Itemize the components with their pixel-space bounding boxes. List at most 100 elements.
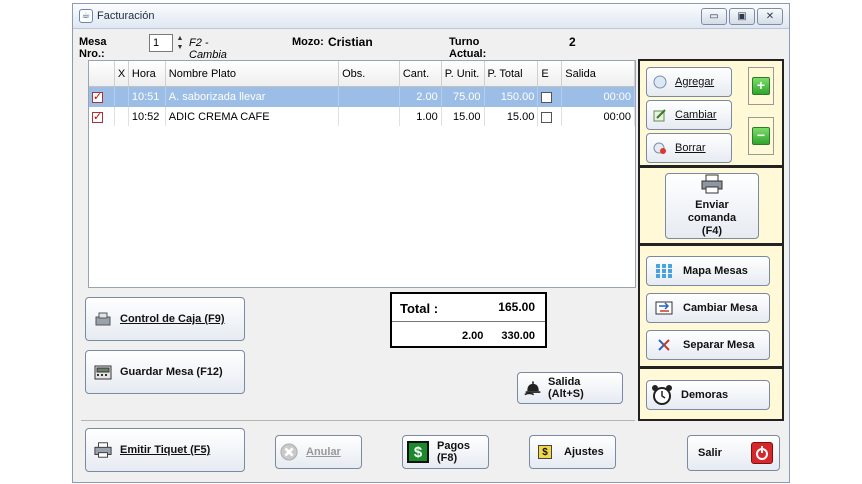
- col-p-total[interactable]: P. Total: [485, 61, 539, 86]
- delete-icon: [651, 139, 669, 157]
- total-label: Total :: [400, 301, 439, 316]
- mesa-spinner[interactable]: ▲ ▼: [175, 34, 185, 52]
- row-cant: 2.00: [400, 87, 442, 106]
- salir-label: Salir: [698, 447, 722, 459]
- guardar-mesa-button[interactable]: Guardar Mesa (F12): [85, 350, 245, 394]
- col-e[interactable]: E: [538, 61, 563, 86]
- col-x[interactable]: X: [115, 61, 129, 86]
- table-row[interactable]: 10:51 A. saborizada llevar 2.00 75.00 15…: [89, 87, 635, 107]
- add-item-icon: [651, 73, 669, 91]
- split-icon: [655, 336, 673, 354]
- guardar-mesa-label: Guardar Mesa (F12): [120, 366, 223, 378]
- control-caja-label: Control de Caja (F9): [120, 313, 225, 325]
- title-bar: ☕ Facturación ▭ ▣ ✕: [73, 4, 789, 29]
- cambiar-label: Cambiar: [675, 109, 717, 121]
- col-hora[interactable]: Hora: [129, 61, 166, 86]
- col-check[interactable]: [89, 61, 115, 86]
- mesa-label: Mesa Nro.:: [79, 36, 107, 60]
- demoras-button[interactable]: Demoras: [646, 380, 770, 410]
- col-salida[interactable]: Salida: [562, 61, 635, 86]
- row-salida: 00:00: [562, 87, 635, 106]
- separar-mesa-button[interactable]: Separar Mesa: [646, 330, 770, 360]
- cambiar-button[interactable]: Cambiar: [646, 100, 732, 130]
- close-button[interactable]: ✕: [757, 8, 783, 25]
- row-x-cell: [115, 87, 129, 106]
- pagos-button[interactable]: $ Pagos (F8): [402, 435, 489, 469]
- row-nombre: ADIC CREMA CAFE: [166, 107, 340, 126]
- row-select-checkbox[interactable]: [92, 90, 103, 103]
- mapa-mesas-button[interactable]: Mapa Mesas: [646, 256, 770, 286]
- mesa-number-input[interactable]: 1: [149, 34, 173, 52]
- adjust-icon: $: [538, 445, 552, 459]
- salida-button[interactable]: Salida (Alt+S): [517, 372, 623, 404]
- col-p-unit[interactable]: P. Unit.: [442, 61, 485, 86]
- cancel-icon: [280, 443, 298, 461]
- pagos-shortcut: (F8): [437, 452, 458, 464]
- mozo-value: Cristian: [328, 35, 373, 49]
- row-e-cell: [538, 107, 563, 126]
- borrar-button[interactable]: Borrar: [646, 133, 732, 163]
- bottom-divider: [81, 420, 635, 421]
- salida-label-group: Salida (Alt+S): [548, 376, 584, 400]
- salida-label: Salida: [548, 376, 581, 388]
- salida-shortcut: (Alt+S): [548, 388, 584, 400]
- minus-button[interactable]: −: [752, 127, 770, 145]
- borrar-label: Borrar: [675, 142, 706, 154]
- enviar-shortcut: (F4): [701, 225, 723, 237]
- row-select-checkbox[interactable]: [92, 110, 103, 123]
- row-nombre: A. saborizada llevar: [166, 87, 340, 106]
- total-sum: 330.00: [501, 330, 535, 342]
- col-cant[interactable]: Cant.: [400, 61, 442, 86]
- agregar-label: Agregar: [675, 76, 715, 88]
- comanda-label: comanda: [687, 212, 737, 224]
- separar-mesa-label: Separar Mesa: [683, 339, 755, 351]
- control-caja-button[interactable]: Control de Caja (F9): [85, 297, 245, 341]
- pagos-label-group: Pagos (F8): [437, 440, 470, 464]
- order-items-grid[interactable]: X Hora Nombre Plato Obs. Cant. P. Unit. …: [88, 60, 636, 288]
- demoras-panel: Demoras: [638, 367, 784, 421]
- agregar-button[interactable]: Agregar: [646, 67, 732, 97]
- swap-icon: [655, 299, 673, 317]
- cambiar-mesa-button[interactable]: Cambiar Mesa: [646, 293, 770, 323]
- row-cant: 1.00: [400, 107, 442, 126]
- enviar-comanda-panel: Enviar comanda (F4): [638, 166, 784, 245]
- ajustes-button[interactable]: $ Ajustes: [529, 435, 616, 469]
- bell-icon: [524, 379, 542, 397]
- mapa-mesas-label: Mapa Mesas: [683, 265, 748, 277]
- row-p-total: 15.00: [485, 107, 539, 126]
- edit-icon: [651, 106, 669, 124]
- facturacion-window: ☕ Facturación ▭ ▣ ✕ Mesa Nro.: 1 ▲ ▼ F2 -…: [72, 3, 790, 483]
- window-title: Facturación: [97, 10, 155, 22]
- minimize-button[interactable]: ▭: [701, 8, 727, 25]
- salir-button[interactable]: Salir: [687, 435, 780, 471]
- cambiar-mesa-label: Cambiar Mesa: [683, 302, 758, 314]
- row-hora: 10:52: [129, 107, 166, 126]
- grid-header: X Hora Nombre Plato Obs. Cant. P. Unit. …: [89, 61, 635, 87]
- col-obs[interactable]: Obs.: [339, 61, 400, 86]
- row-e-checkbox[interactable]: [541, 111, 553, 123]
- row-salida: 00:00: [562, 107, 635, 126]
- cash-register-icon: [94, 310, 112, 328]
- enviar-label: Enviar: [695, 199, 729, 211]
- row-e-cell: [538, 87, 563, 106]
- dollar-icon: $: [407, 441, 429, 463]
- anular-button[interactable]: Anular: [275, 435, 362, 469]
- row-e-checkbox[interactable]: [541, 91, 553, 103]
- emitir-tiquet-button[interactable]: Emitir Tiquet (F5): [85, 428, 245, 472]
- col-nombre-plato[interactable]: Nombre Plato: [166, 61, 340, 86]
- plus-button[interactable]: +: [752, 77, 770, 95]
- total-value: 165.00: [498, 300, 535, 314]
- mozo-label: Mozo:: [292, 36, 324, 48]
- maximize-button[interactable]: ▣: [729, 8, 755, 25]
- emitir-tiquet-label: Emitir Tiquet (F5): [120, 444, 211, 456]
- row-obs: [339, 87, 400, 106]
- demoras-label: Demoras: [681, 389, 729, 401]
- enviar-comanda-button[interactable]: Enviar comanda (F4): [665, 173, 759, 239]
- row-x-cell: [115, 107, 129, 126]
- turno-value: 2: [569, 35, 576, 49]
- row-hora: 10:51: [129, 87, 166, 106]
- table-row[interactable]: 10:52 ADIC CREMA CAFE 1.00 15.00 15.00 0…: [89, 107, 635, 127]
- total-box: Total : 165.00 2.00 330.00: [390, 292, 547, 348]
- row-check-cell: [89, 87, 115, 106]
- ajustes-label: Ajustes: [564, 446, 604, 458]
